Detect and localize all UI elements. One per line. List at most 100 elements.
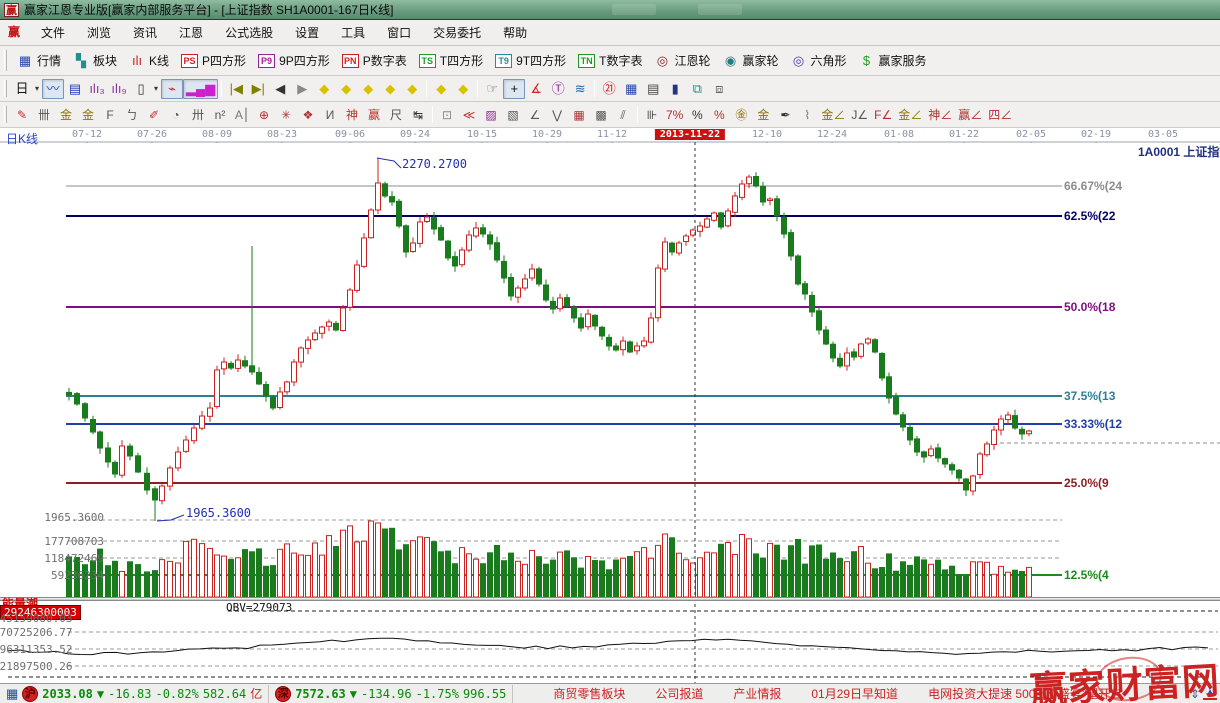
angle-measure-button[interactable]: ∡ <box>525 79 547 99</box>
wave-overlay-tool[interactable]: ⌇ <box>796 105 818 125</box>
ray-fan-tool[interactable]: ≪ <box>458 105 480 125</box>
notes-button[interactable]: ▤ <box>642 79 664 99</box>
shift-left-diamond-button[interactable]: ◆ <box>313 79 335 99</box>
comb-tool[interactable]: 卅 <box>187 105 209 125</box>
pane-separator[interactable] <box>0 597 1220 601</box>
gann-wheel-button[interactable]: ◎江恩轮 <box>648 49 716 72</box>
menu-item-6[interactable]: 工具 <box>330 20 376 45</box>
starburst-tool[interactable]: ✳ <box>275 105 297 125</box>
ying-angle-tool[interactable]: 赢∠ <box>955 105 985 125</box>
gold-lines-tool[interactable]: 金 <box>752 105 774 125</box>
purple-box-fan-tool[interactable]: ▨ <box>480 105 502 125</box>
sectors-button[interactable]: ▚板块 <box>67 49 123 72</box>
last-page-button[interactable]: ▶| <box>247 79 269 99</box>
winner-wheel-button[interactable]: ◉赢家轮 <box>716 49 784 72</box>
expand-h-diamond-button[interactable]: ◆ <box>357 79 379 99</box>
menu-item-2[interactable]: 资讯 <box>122 20 168 45</box>
shen-tool[interactable]: 神 <box>341 105 363 125</box>
p-number-table-button[interactable]: PNP数字表 <box>336 49 413 72</box>
angle-lines-tool[interactable]: ∠ <box>524 105 546 125</box>
crosshair-button[interactable]: + <box>503 79 525 99</box>
t-square-button[interactable]: TST四方形 <box>413 49 489 72</box>
bars-3-button[interactable]: ılı₃ <box>86 79 108 99</box>
brush-tool[interactable]: ✎ <box>11 105 33 125</box>
statusbar-quote-panel-sz[interactable]: 深 7572.63 ▼ -134.96 -1.75% 996.55 <box>269 685 513 703</box>
gold-angle-tool[interactable]: 金∠ <box>818 105 848 125</box>
fit-all-diamond-button[interactable]: ◆ <box>401 79 423 99</box>
grid-box-tool[interactable]: ▩ <box>590 105 612 125</box>
gold-circle-tool[interactable]: ㊎ <box>730 105 752 125</box>
red-grid-tool[interactable]: ▦ <box>568 105 590 125</box>
gold-line-b-tool[interactable]: 金 <box>77 105 99 125</box>
expand-v-diamond-button[interactable]: ◆ <box>430 79 452 99</box>
compress-h-diamond-button[interactable]: ◆ <box>379 79 401 99</box>
statusbar-quote-panel-sh[interactable]: ▦ 沪 2033.08 ▼ -16.83 -0.82% 582.64 亿 <box>0 685 269 703</box>
percent-tool[interactable]: % <box>686 105 708 125</box>
report-doc-button[interactable]: ▤ <box>64 79 86 99</box>
kline-button[interactable]: ılıK线 <box>123 49 175 72</box>
prev-button[interactable]: ◀ <box>269 79 291 99</box>
red-brush-tool[interactable]: ✐ <box>143 105 165 125</box>
f-angle-tool[interactable]: F∠ <box>871 105 895 125</box>
news-headline-3[interactable]: 01月29日早知道 <box>811 685 898 702</box>
news-headline-0[interactable]: 商贸零售板块 <box>553 685 625 702</box>
hexagon-button[interactable]: ◎六角形 <box>785 49 853 72</box>
quote-table-icon[interactable]: ▦ <box>6 686 18 702</box>
9t-square-button[interactable]: T99T四方形 <box>489 49 572 72</box>
news-headline-2[interactable]: 产业情报 <box>733 685 781 702</box>
calendar-button[interactable]: ㉑ <box>598 79 620 99</box>
f-line-tool[interactable]: F <box>99 105 121 125</box>
bow-line-tool[interactable]: ㄅ <box>121 105 143 125</box>
menu-item-3[interactable]: 江恩 <box>168 20 214 45</box>
t-number-table-button[interactable]: TNT数字表 <box>572 49 648 72</box>
quotes-button[interactable]: ▦行情 <box>11 49 67 72</box>
box-anchor-tool[interactable]: ⊡ <box>436 105 458 125</box>
n-tick-tool[interactable]: И <box>319 105 341 125</box>
curve-tool-button[interactable]: ≋ <box>569 79 591 99</box>
four-angle-tool[interactable]: 四∠ <box>985 105 1015 125</box>
grid-star-tool[interactable]: ❖ <box>297 105 319 125</box>
toolbar-grip[interactable] <box>4 80 7 98</box>
percent-retrace-tool[interactable]: 7% <box>663 105 686 125</box>
gann-grid-tool[interactable]: 卌 <box>33 105 55 125</box>
first-page-button[interactable]: |◀ <box>225 79 247 99</box>
shift-right-diamond-button[interactable]: ◆ <box>335 79 357 99</box>
calculator-button[interactable]: ▦ <box>620 79 642 99</box>
brush-flag-tool[interactable]: ✒ <box>774 105 796 125</box>
circle-cross-tool[interactable]: ⊕ <box>253 105 275 125</box>
box-rays-tool[interactable]: ▧ <box>502 105 524 125</box>
menu-item-8[interactable]: 交易委托 <box>422 20 492 45</box>
period-day-dropdown[interactable]: 日▾ <box>11 79 42 99</box>
percent-line-tool[interactable]: % <box>708 105 730 125</box>
volume-histogram-button[interactable]: ▂▄▆ <box>183 79 218 99</box>
ying-tool[interactable]: 赢 <box>363 105 385 125</box>
gold-angle2-tool[interactable]: 金∠ <box>895 105 925 125</box>
shen-angle-tool[interactable]: 神∠ <box>925 105 955 125</box>
remote-pc-button[interactable]: ⧈ <box>708 79 730 99</box>
kline-chart-button[interactable]: ⌁ <box>161 79 183 99</box>
ruler-tool[interactable]: 尺 <box>385 105 407 125</box>
9p-square-button[interactable]: P99P四方形 <box>252 49 336 72</box>
gold-line-a-tool[interactable]: 金 <box>55 105 77 125</box>
candle-style-dropdown[interactable]: ▯▾ <box>130 79 161 99</box>
bars-9-button[interactable]: ılı₉ <box>108 79 130 99</box>
menu-item-5[interactable]: 设置 <box>284 20 330 45</box>
zigzag-tool[interactable]: ⋁ <box>546 105 568 125</box>
n-square-tool[interactable]: n² <box>209 105 231 125</box>
save-button[interactable]: ▮ <box>664 79 686 99</box>
toolbar-grip[interactable] <box>4 106 7 124</box>
menu-item-0[interactable]: 文件 <box>30 20 76 45</box>
winner-service-button[interactable]: $赢家服务 <box>853 49 933 72</box>
toolbar-grip[interactable] <box>4 50 7 70</box>
compress-v-diamond-button[interactable]: ◆ <box>452 79 474 99</box>
menu-item-9[interactable]: 帮助 <box>492 20 538 45</box>
network-button[interactable]: ⧉ <box>686 79 708 99</box>
trend-wave-button[interactable]: 〰 <box>42 79 64 99</box>
p-square-button[interactable]: PSP四方形 <box>175 49 252 72</box>
span-arrow-tool[interactable]: ↹ <box>407 105 429 125</box>
symbol-tool-button[interactable]: Ⓣ <box>547 79 569 99</box>
parallel-lines-tool[interactable]: ⫽ <box>612 105 634 125</box>
hand-pan-button[interactable]: ☞ <box>481 79 503 99</box>
menu-item-1[interactable]: 浏览 <box>76 20 122 45</box>
menu-item-4[interactable]: 公式选股 <box>214 20 284 45</box>
